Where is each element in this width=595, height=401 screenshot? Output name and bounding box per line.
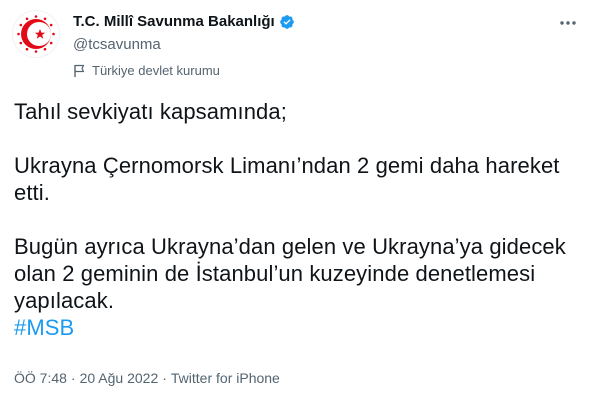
flag-icon — [73, 64, 86, 78]
tweet-metadata: ÖÖ 7:48 · 20 Ağu 2022 · Twitter for iPhone — [14, 369, 280, 387]
tweet-header: T.C. Millî Savunma Bakanlığı @tcsavunma … — [73, 12, 533, 79]
name-row: T.C. Millî Savunma Bakanlığı — [73, 12, 533, 32]
tweet-paragraph-1: Tahıl sevkiyatı kapsamında; — [14, 99, 287, 124]
avatar[interactable] — [12, 10, 60, 58]
ministry-logo-icon — [17, 15, 55, 53]
tweet-date[interactable]: 20 Ağu 2022 — [80, 370, 159, 386]
tweet-card: T.C. Millî Savunma Bakanlığı @tcsavunma … — [0, 0, 595, 401]
tweet-paragraph-2: Ukrayna Çernomorsk Limanı’ndan 2 gemi da… — [14, 153, 560, 205]
account-label: Türkiye devlet kurumu — [73, 63, 533, 79]
more-options-button[interactable] — [555, 10, 581, 36]
account-label-text: Türkiye devlet kurumu — [92, 63, 220, 78]
tweet-paragraph-3: Bugün ayrıca Ukrayna’dan gelen ve Ukrayn… — [14, 234, 566, 313]
tweet-source-link[interactable]: Twitter for iPhone — [171, 370, 280, 386]
more-dots-icon — [560, 21, 576, 25]
meta-separator: · — [70, 370, 76, 386]
tweet-text: Tahıl sevkiyatı kapsamında; Ukrayna Çern… — [14, 98, 584, 341]
meta-separator: · — [162, 370, 167, 386]
hashtag-link[interactable]: #MSB — [14, 314, 584, 341]
verified-badge-icon[interactable] — [279, 14, 295, 30]
user-handle[interactable]: @tcsavunma — [73, 35, 533, 55]
tweet-time[interactable]: ÖÖ 7:48 — [14, 370, 67, 386]
display-name[interactable]: T.C. Millî Savunma Bakanlığı — [73, 12, 275, 32]
